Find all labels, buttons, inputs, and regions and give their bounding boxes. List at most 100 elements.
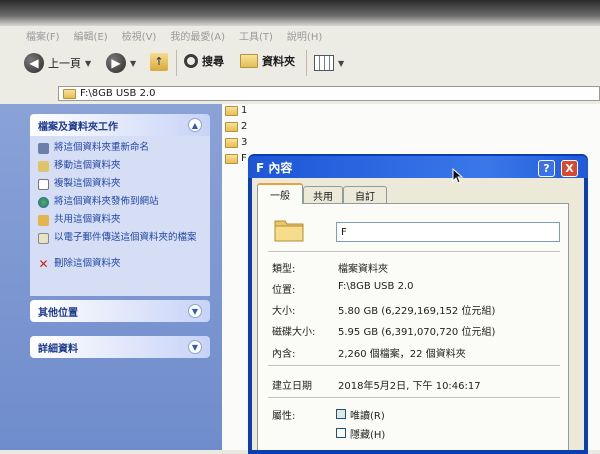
forward-arrow-icon: ▶ (106, 53, 126, 73)
file-folder-tasks-header[interactable]: 檔案及資料夾工作 ▲ (30, 114, 210, 136)
size-label: 大小: (272, 306, 296, 317)
panel-title: 檔案及資料夾工作 (38, 121, 118, 133)
folder-icon (225, 105, 238, 116)
other-places-header[interactable]: 其他位置 ▼ (30, 300, 210, 322)
size-on-disk-value: 5.95 GB (6,391,070,720 位元組) (338, 327, 496, 338)
menu-tools[interactable]: 工具(T) (239, 28, 273, 43)
chevron-down-icon: ▼ (130, 58, 137, 68)
created-label: 建立日期 (272, 381, 312, 392)
task-pane: 檔案及資料夾工作 ▲ 將這個資料夾重新命名 移動這個資料夾 複製這個資料夾 將這… (0, 104, 222, 450)
task-move-folder[interactable]: 移動這個資料夾 (38, 160, 202, 178)
menu-view[interactable]: 檢視(V) (122, 28, 157, 43)
menu-edit[interactable]: 編輯(E) (74, 28, 108, 43)
views-button[interactable]: ▼ (314, 55, 344, 71)
other-places-panel: 其他位置 ▼ (30, 300, 210, 322)
folder-icon (225, 153, 238, 164)
large-folder-icon (274, 216, 304, 242)
copy-icon (38, 179, 49, 190)
readonly-label: 唯讀(R) (350, 411, 385, 422)
folder-item[interactable]: F (225, 153, 247, 164)
rename-icon (38, 143, 49, 154)
share-icon (38, 215, 49, 226)
folders-button[interactable]: 資料夾 (240, 53, 295, 69)
task-label: 共用這個資料夾 (54, 214, 121, 225)
close-button[interactable]: X (561, 160, 578, 177)
folder-icon (63, 88, 76, 99)
folder-item[interactable]: 1 (225, 105, 247, 116)
task-email-folder[interactable]: 以電子郵件傳送這個資料夾的檔案 (38, 232, 202, 258)
tab-general[interactable]: 一般 (257, 183, 303, 204)
folder-icon (225, 121, 238, 132)
details-header[interactable]: 詳細資料 ▼ (30, 336, 210, 358)
divider (268, 397, 560, 399)
menu-file[interactable]: 檔案(F) (26, 28, 60, 43)
contains-label: 內含: (272, 349, 296, 360)
task-share-folder[interactable]: 共用這個資料夾 (38, 214, 202, 232)
folder-item[interactable]: 3 (225, 137, 247, 148)
size-value: 5.80 GB (6,229,169,152 位元組) (338, 306, 496, 317)
expand-down-icon[interactable]: ▼ (188, 304, 202, 318)
type-value: 檔案資料夾 (338, 264, 388, 275)
tab-sharing[interactable]: 共用 (303, 186, 343, 203)
dialog-title: F 內容 (256, 160, 293, 175)
attributes-label: 屬性: (272, 411, 296, 422)
expand-down-icon[interactable]: ▼ (188, 340, 202, 354)
search-icon (184, 54, 198, 68)
file-folder-tasks-panel: 檔案及資料夾工作 ▲ 將這個資料夾重新命名 移動這個資料夾 複製這個資料夾 將這… (30, 114, 210, 296)
menu-bar: 檔案(F) 編輯(E) 檢視(V) 我的最愛(A) 工具(T) 說明(H) (0, 26, 600, 44)
folder-item[interactable]: 2 (225, 121, 247, 132)
task-label: 將這個資料夾重新命名 (54, 142, 150, 153)
type-label: 類型: (272, 264, 296, 275)
task-delete-folder[interactable]: ✕ 刪除這個資料夾 (38, 258, 202, 276)
tab-customize[interactable]: 自訂 (343, 186, 387, 203)
folder-name: 1 (241, 105, 248, 116)
hidden-checkbox[interactable] (336, 428, 346, 438)
folder-name-input[interactable]: F (336, 222, 560, 242)
folder-name: 2 (241, 121, 248, 132)
back-button[interactable]: ◀ 上一頁 ▼ (24, 53, 91, 73)
details-panel: 詳細資料 ▼ (30, 336, 210, 358)
divider (268, 365, 560, 367)
move-icon (38, 161, 49, 172)
search-button[interactable]: 搜尋 (184, 53, 224, 69)
task-publish-folder[interactable]: 將這個資料夾發佈到網站 (38, 196, 202, 214)
back-arrow-icon: ◀ (24, 53, 44, 73)
task-label: 刪除這個資料夾 (54, 258, 121, 269)
mouse-cursor-icon (452, 167, 464, 187)
address-input[interactable]: F:\8GB USB 2.0 (58, 86, 600, 101)
contains-value: 2,260 個檔案，22 個資料夾 (338, 349, 466, 360)
delete-icon: ✕ (38, 257, 49, 271)
panel-title: 其他位置 (38, 307, 78, 319)
email-icon (38, 233, 49, 244)
toolbar-divider (306, 50, 307, 76)
chevron-down-icon: ▼ (338, 58, 345, 68)
up-folder-button[interactable]: ↑ (150, 53, 168, 71)
folder-name: 3 (241, 137, 248, 148)
collapse-up-icon[interactable]: ▲ (188, 118, 202, 132)
search-label: 搜尋 (202, 55, 224, 68)
task-label: 以電子郵件傳送這個資料夾的檔案 (54, 232, 197, 243)
readonly-checkbox[interactable] (336, 409, 346, 419)
task-label: 將這個資料夾發佈到網站 (54, 196, 159, 207)
dialog-titlebar[interactable]: F 內容 (248, 156, 588, 178)
location-value: F:\8GB USB 2.0 (338, 281, 414, 292)
panel-title: 詳細資料 (38, 343, 78, 355)
menu-favorites[interactable]: 我的最愛(A) (170, 28, 225, 43)
folder-name: F (241, 153, 247, 164)
task-rename-folder[interactable]: 將這個資料夾重新命名 (38, 142, 202, 160)
toolbar-divider (176, 50, 177, 76)
back-label: 上一頁 (48, 57, 81, 70)
menu-help[interactable]: 說明(H) (287, 28, 322, 43)
task-copy-folder[interactable]: 複製這個資料夾 (38, 178, 202, 196)
folders-label: 資料夾 (262, 55, 295, 68)
help-button[interactable]: ? (538, 160, 555, 177)
address-path: F:\8GB USB 2.0 (80, 88, 156, 99)
location-label: 位置: (272, 285, 296, 296)
size-on-disk-label: 磁碟大小: (272, 327, 316, 338)
forward-button[interactable]: ▶ ▼ (106, 53, 136, 73)
up-folder-icon: ↑ (150, 53, 168, 71)
hidden-label: 隱藏(H) (350, 430, 386, 441)
folder-icon (225, 137, 238, 148)
created-value: 2018年5月2日, 下午 10:46:17 (338, 381, 481, 392)
publish-icon (38, 197, 49, 208)
